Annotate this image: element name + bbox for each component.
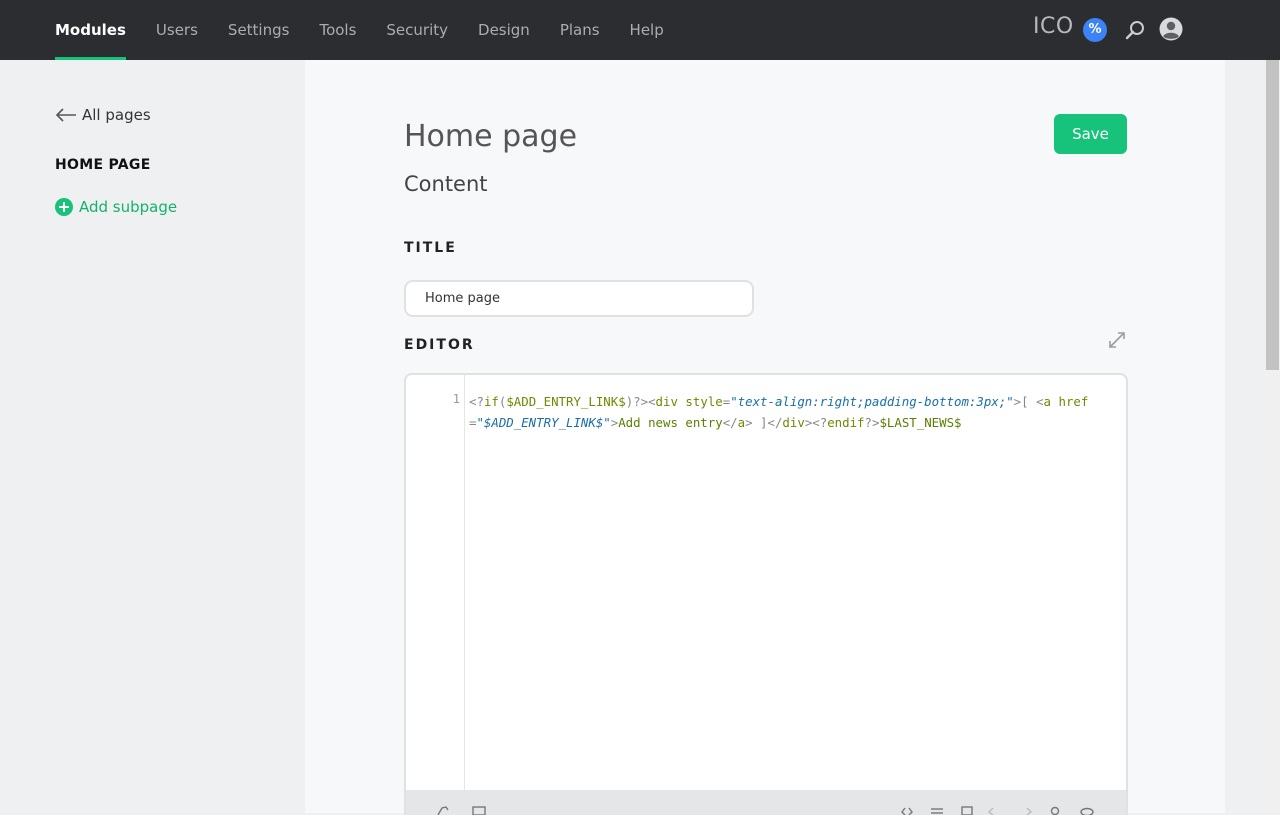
image-icon[interactable] bbox=[472, 805, 486, 815]
save-button[interactable]: Save bbox=[1054, 114, 1127, 154]
top-navigation-bar: Modules Users Settings Tools Security De… bbox=[0, 0, 1280, 60]
page-subtitle: Content bbox=[404, 172, 488, 196]
line-number-gutter: 1 bbox=[406, 375, 465, 815]
search-icon[interactable] bbox=[1124, 18, 1148, 42]
page-title: Home page bbox=[404, 119, 577, 154]
main-content: Home page Content Save TITLE EDITOR 1 <?… bbox=[305, 60, 1225, 813]
user-avatar-icon[interactable] bbox=[1159, 17, 1183, 41]
sidebar-item-home-page[interactable]: HOME PAGE bbox=[55, 157, 151, 173]
all-pages-label: All pages bbox=[82, 106, 151, 124]
editor-toolbar bbox=[406, 790, 1126, 815]
redo-icon[interactable] bbox=[1018, 805, 1032, 815]
edit-icon[interactable] bbox=[960, 805, 974, 815]
line-number: 1 bbox=[453, 392, 460, 406]
nav-item-plans[interactable]: Plans bbox=[560, 0, 600, 60]
editor-section-label: EDITOR bbox=[404, 337, 475, 353]
add-subpage-label: Add subpage bbox=[79, 198, 177, 216]
nav-item-users[interactable]: Users bbox=[156, 0, 198, 60]
all-pages-link[interactable]: All pages bbox=[55, 106, 151, 124]
right-margin bbox=[1225, 60, 1265, 813]
sidebar: All pages HOME PAGE Add subpage bbox=[0, 60, 305, 813]
brush-icon[interactable] bbox=[436, 805, 450, 815]
nav-item-security[interactable]: Security bbox=[386, 0, 448, 60]
nav-item-settings[interactable]: Settings bbox=[228, 0, 290, 60]
editor-code[interactable]: <?if($ADD_ENTRY_LINK$)?><div style="text… bbox=[469, 391, 1109, 433]
main-nav: Modules Users Settings Tools Security De… bbox=[55, 0, 694, 60]
undo-icon[interactable] bbox=[988, 805, 1002, 815]
preview-icon[interactable] bbox=[1080, 805, 1094, 815]
title-section-label: TITLE bbox=[404, 240, 457, 256]
add-subpage-button[interactable]: Add subpage bbox=[55, 198, 177, 216]
title-input[interactable] bbox=[404, 280, 754, 317]
plus-circle-icon bbox=[55, 198, 73, 216]
nav-item-modules[interactable]: Modules bbox=[55, 0, 126, 60]
search-replace-icon[interactable] bbox=[1048, 805, 1062, 815]
nav-item-help[interactable]: Help bbox=[630, 0, 664, 60]
arrow-left-icon bbox=[55, 108, 77, 122]
code-icon[interactable] bbox=[900, 805, 914, 815]
code-editor[interactable]: 1 <?if($ADD_ENTRY_LINK$)?><div style="te… bbox=[404, 373, 1128, 815]
expand-icon[interactable] bbox=[1107, 330, 1127, 350]
format-icon[interactable] bbox=[930, 805, 944, 815]
nav-item-tools[interactable]: Tools bbox=[319, 0, 356, 60]
nav-item-design[interactable]: Design bbox=[478, 0, 530, 60]
brand-logo[interactable]: ICO bbox=[1033, 14, 1074, 39]
scrollbar-thumb[interactable] bbox=[1266, 60, 1279, 370]
percent-badge-icon[interactable]: % bbox=[1083, 18, 1107, 42]
